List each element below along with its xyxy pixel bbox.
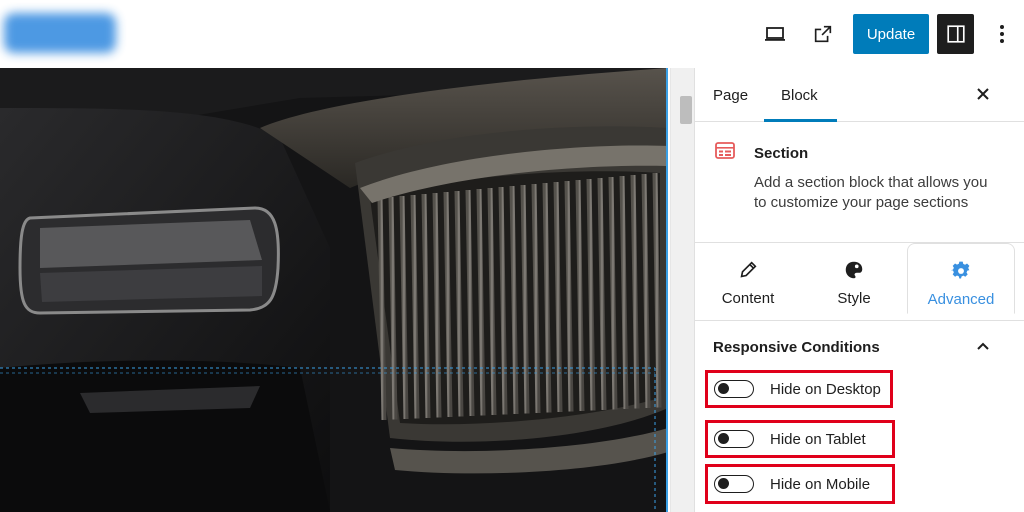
active-tab-indicator — [764, 119, 837, 122]
update-button[interactable]: Update — [853, 14, 929, 54]
desktop-preview-icon — [765, 27, 785, 41]
tab-page[interactable]: Page — [713, 68, 748, 122]
more-options-button[interactable] — [988, 14, 1016, 54]
block-title: Section — [754, 145, 809, 162]
hide-on-mobile-toggle[interactable] — [714, 475, 754, 493]
close-sidebar-button[interactable] — [971, 82, 995, 106]
toggle-knob — [718, 478, 729, 489]
block-description: Add a section block that allows you to c… — [754, 174, 988, 211]
hide-on-desktop-row: Hide on Desktop — [705, 370, 893, 408]
gear-icon — [950, 261, 970, 279]
palette-icon — [845, 261, 863, 279]
editor-canvas[interactable] — [0, 68, 668, 512]
tab-block[interactable]: Block — [781, 68, 818, 122]
tab-advanced-label: Advanced — [927, 291, 995, 308]
hide-on-mobile-label: Hide on Mobile — [770, 475, 871, 493]
hide-on-desktop-label: Hide on Desktop — [770, 380, 881, 398]
tab-advanced[interactable]: Advanced — [907, 243, 1015, 314]
settings-sidebar-toggle[interactable] — [937, 14, 974, 54]
hide-on-desktop-toggle[interactable] — [714, 380, 754, 398]
external-link-icon — [814, 25, 832, 43]
hide-on-tablet-label: Hide on Tablet — [770, 430, 866, 448]
sidebar-toggle-icon — [946, 25, 965, 43]
section-block-icon — [715, 142, 735, 159]
sidebar-tabs: Page Block — [695, 68, 1024, 122]
site-logo[interactable] — [4, 13, 116, 53]
hide-on-mobile-row: Hide on Mobile — [705, 464, 895, 504]
tab-content-label: Content — [721, 290, 775, 307]
view-page-button[interactable] — [808, 14, 838, 54]
preview-button[interactable] — [758, 14, 792, 54]
close-icon — [977, 88, 989, 100]
editor-header: Update — [0, 0, 1024, 68]
hide-on-tablet-row: Hide on Tablet — [705, 420, 895, 458]
scrollbar-thumb[interactable] — [680, 96, 692, 124]
car-image — [0, 68, 666, 512]
toggle-knob — [718, 433, 729, 444]
canvas-scrollbar[interactable] — [670, 68, 694, 512]
hide-on-tablet-toggle[interactable] — [714, 430, 754, 448]
toggle-knob — [718, 383, 729, 394]
tab-style[interactable]: Style — [801, 251, 907, 321]
chevron-up-icon[interactable] — [975, 338, 991, 354]
block-card: Section Add a section block that allows … — [695, 123, 1024, 243]
tab-content[interactable]: Content — [695, 251, 801, 321]
tab-style-label: Style — [837, 290, 871, 307]
more-options-icon — [1000, 25, 1004, 43]
settings-sidebar: Page Block Section Add a section block t… — [694, 68, 1024, 512]
pencil-icon — [740, 261, 757, 278]
responsive-conditions-title[interactable]: Responsive Conditions — [713, 339, 880, 356]
block-settings-tabs: Content Style Advanced — [695, 243, 1024, 321]
